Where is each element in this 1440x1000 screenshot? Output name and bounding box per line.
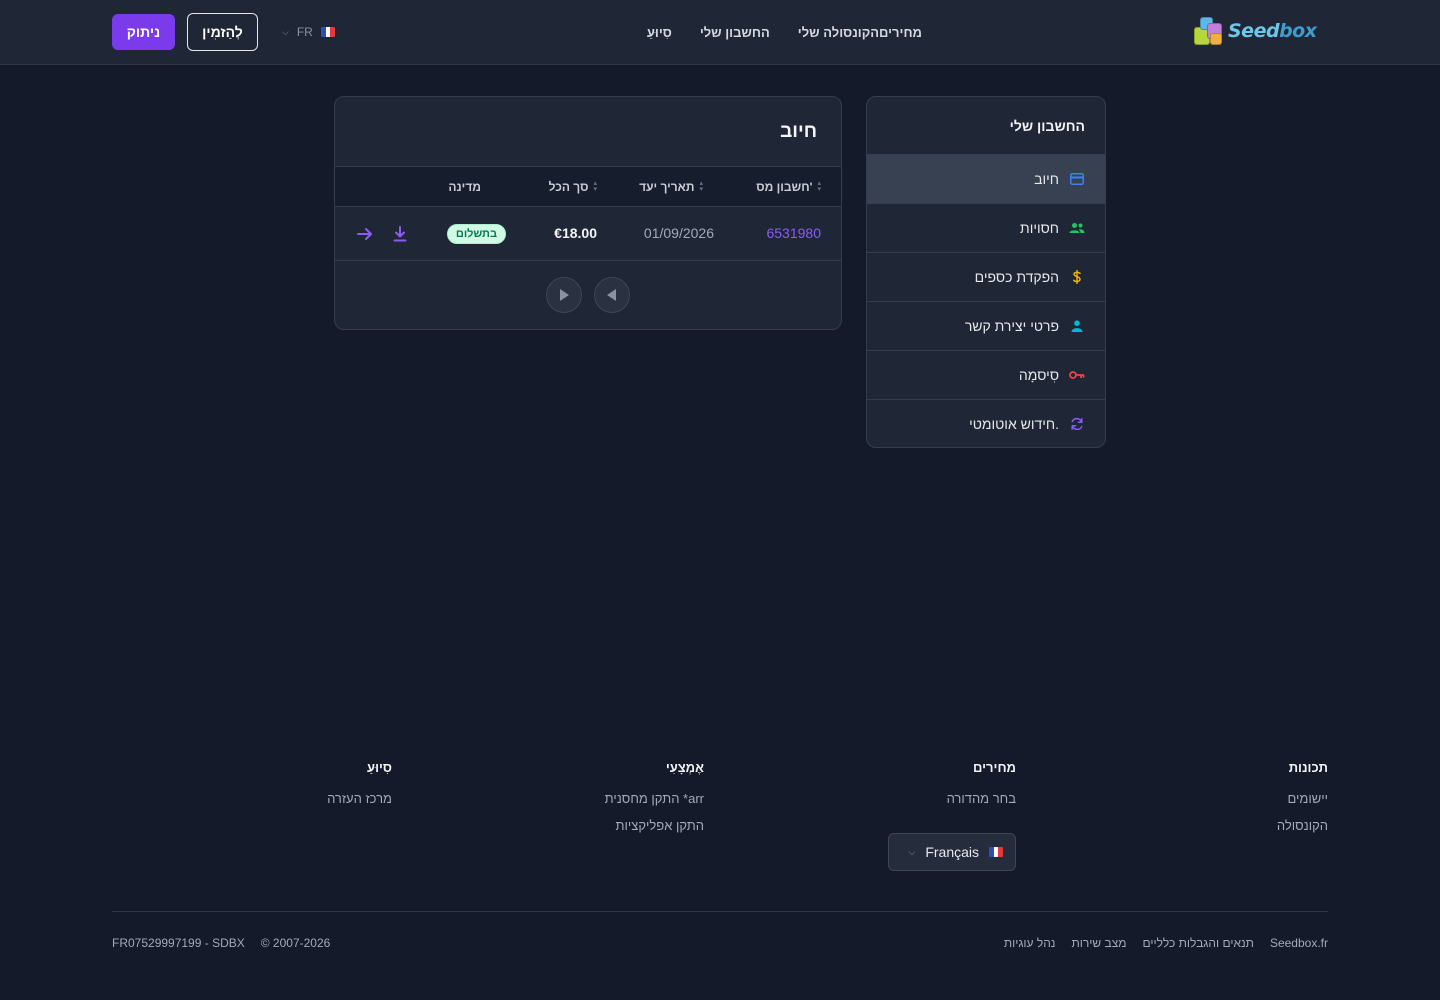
users-icon — [1069, 220, 1085, 236]
logo-text: Seedbox — [1228, 20, 1317, 42]
user-icon — [1069, 318, 1085, 334]
logout-button[interactable]: ניתוק — [112, 14, 175, 50]
footer-link-manage-cookies[interactable]: נהל עוגיות — [1004, 936, 1056, 950]
sidebar-title: החשבון שלי — [1009, 117, 1085, 134]
language-select-value: Français — [925, 844, 979, 860]
sidebar-item-password[interactable]: סִיסמָה — [867, 350, 1105, 399]
table-header: חשבון מס' ▴ ▾ תאריך יעד ▴ ▾ סך הכל ▴ ▾ מדינ… — [335, 166, 841, 207]
footer-col-features: תכונות יישומים הקונסולה — [1277, 760, 1328, 845]
play-icon — [560, 289, 569, 301]
footer-col-resources: אֶמְצָעִי התקן מחסנית *arr התקן אפליקציו… — [605, 760, 704, 845]
due-date: 01/09/2026 — [643, 225, 714, 241]
column-header-total[interactable]: סך הכל ▴ ▾ — [549, 180, 597, 194]
dollar-icon — [1069, 269, 1085, 285]
footer-bottom-links: Seedbox.fr תנאים והגבלות כלליים מצב שירו… — [1004, 936, 1328, 950]
column-header-status: מדינה — [448, 180, 481, 194]
status-badge: בתשלום — [446, 224, 506, 244]
sidebar-item-contact-details[interactable]: פרטי יצירת קשר — [867, 301, 1105, 350]
top-navbar: Seedbox מחירים הקונסולה שלי החשבון שלי ס… — [0, 0, 1440, 65]
footer-link-applications[interactable]: יישומים — [1277, 791, 1329, 806]
credit-card-icon — [1069, 171, 1085, 187]
footer-link-service-status[interactable]: מצב שירות — [1071, 936, 1126, 950]
chevron-down-icon: ⌵ — [908, 846, 916, 857]
account-sidebar: החשבון שלי חיוב חסויות הפקדת כספים פרטי … — [866, 96, 1106, 448]
invoice-total: €18.00 — [554, 225, 597, 241]
nav-pricing[interactable]: מחירים — [879, 25, 922, 40]
column-header-due-date[interactable]: תאריך יעד ▴ ▾ — [639, 180, 703, 194]
sidebar-item-billing[interactable]: חיוב — [867, 154, 1105, 203]
language-switcher[interactable]: ⌵ FR — [282, 24, 335, 40]
billing-card: חיוב חשבון מס' ▴ ▾ תאריך יעד ▴ ▾ סך הכל ▴ ▾… — [334, 96, 842, 330]
sort-icon: ▴ ▾ — [817, 180, 821, 193]
download-icon[interactable] — [390, 224, 410, 244]
sidebar-item-label: פרטי יצירת קשר — [964, 318, 1059, 334]
footer-heading: סִיוּעַ — [367, 760, 392, 775]
company-id: FR07529997199 - SDBX — [112, 936, 245, 950]
key-icon — [1069, 367, 1085, 383]
nav-support[interactable]: סִיוּעַ — [647, 25, 672, 40]
sidebar-item-auto-renewal[interactable]: חידוש אוטומטי. — [867, 399, 1105, 447]
sidebar-item-label: חיוב — [1034, 171, 1059, 187]
main-nav: מחירים הקונסולה שלי החשבון שלי סִיוּעַ — [612, 0, 922, 64]
sidebar-item-label: חסויות — [1020, 220, 1059, 236]
sidebar-item-deposit[interactable]: הפקדת כספים — [867, 252, 1105, 301]
france-flag-icon — [320, 27, 335, 37]
arrow-right-icon[interactable] — [355, 224, 375, 244]
language-select[interactable]: Français ⌵ — [888, 833, 1016, 871]
footer-link-install-arr-stack[interactable]: התקן מחסנית *arr — [605, 791, 704, 806]
rewind-icon — [607, 289, 616, 301]
invoice-number-link[interactable]: 6531980 — [766, 225, 821, 241]
footer-col-support: סִיוּעַ מרכז העזרה — [327, 760, 392, 818]
seedbox-logo[interactable]: Seedbox — [1192, 15, 1324, 47]
table-row: 6531980 01/09/2026 €18.00 בתשלום — [335, 207, 841, 261]
sidebar-item-label: סִיסמָה — [1018, 367, 1059, 383]
footer-link-terms[interactable]: תנאים והגבלות כלליים — [1142, 936, 1253, 950]
refresh-icon — [1069, 416, 1085, 432]
column-header-invoice[interactable]: חשבון מס' ▴ ▾ — [756, 180, 821, 194]
language-code: FR — [296, 25, 313, 39]
sidebar-item-label: הפקדת כספים — [974, 269, 1059, 285]
copyright-years: © 2007-2026 — [260, 936, 331, 950]
logo-cubes-icon — [1192, 15, 1226, 47]
footer-heading: תכונות — [1288, 760, 1328, 775]
order-button[interactable]: לְהַזמִין — [187, 13, 258, 51]
nav-my-account[interactable]: החשבון שלי — [700, 25, 770, 40]
pagination-next-button[interactable] — [546, 277, 582, 313]
footer-link-console[interactable]: הקונסולה — [1277, 818, 1328, 833]
footer-link-choose-edition[interactable]: בחר מהדורה — [947, 791, 1016, 806]
page-title: חיוב — [780, 120, 817, 142]
france-flag-icon — [989, 847, 1003, 857]
footer-col-pricing: מחירים בחר מהדורה — [947, 760, 1016, 818]
sort-icon: ▴ ▾ — [699, 180, 703, 193]
chevron-down-icon: ⌵ — [282, 26, 289, 37]
sidebar-item-sponsorships[interactable]: חסויות — [867, 203, 1105, 252]
footer-divider — [112, 911, 1328, 912]
footer-link-site[interactable]: Seedbox.fr — [1270, 936, 1328, 950]
copyright: FR07529997199 - SDBX © 2007-2026 — [112, 936, 330, 950]
sort-icon: ▴ ▾ — [593, 180, 597, 193]
footer-link-install-apps[interactable]: התקן אפליקציות — [605, 818, 704, 833]
footer-heading: מחירים — [973, 760, 1016, 775]
pagination-prev-button[interactable] — [594, 277, 630, 313]
nav-my-console[interactable]: הקונסולה שלי — [798, 25, 879, 40]
sidebar-item-label: חידוש אוטומטי. — [969, 416, 1059, 432]
footer-link-help-center[interactable]: מרכז העזרה — [327, 791, 392, 806]
footer-heading: אֶמְצָעִי — [665, 760, 704, 775]
pagination — [335, 261, 841, 329]
